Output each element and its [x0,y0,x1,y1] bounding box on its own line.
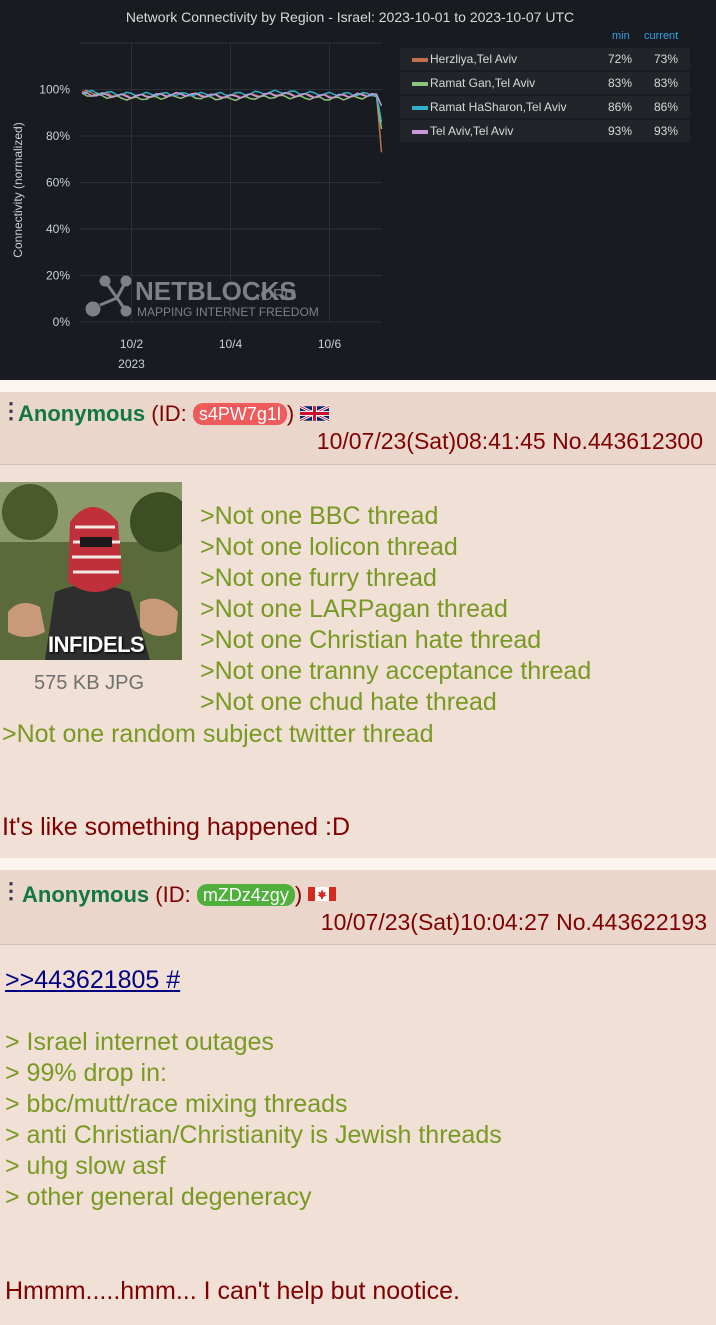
separator [0,380,716,392]
y-tick-label: 0% [53,315,71,329]
post-number[interactable]: No.443612300 [552,428,703,454]
x-tick-label: 10/6 [318,337,342,351]
poster-id[interactable]: mZDz4zgy [196,884,295,906]
greentext-line: >Not one BBC thread [200,502,439,530]
legend-current-value: 86% [653,100,678,114]
greentext-line: >Not one lolicon thread [200,533,458,561]
y-tick-label: 20% [46,269,70,283]
chart-panel: NETBLOCKS .ORG MAPPING INTERNET FREEDOM … [0,0,716,380]
post-datetime: 10/07/23(Sat)10:04:27 [320,909,550,935]
legend-series-name: Herzliya,Tel Aviv [430,52,518,66]
canada-flag-icon [308,887,337,901]
greentext-line: >Not one Christian hate thread [200,626,542,654]
poster-name: Anonymous [18,401,146,426]
y-tick-label: 60% [46,176,70,190]
post-header: ⋮ Anonymous (ID: s4PW7g1l) 10/07/23(Sat)… [0,392,716,465]
y-axis-label: Connectivity (normalized) [11,122,25,257]
post-body-text: It's like something happened :D [2,813,351,841]
watermark-tld: .ORG [256,287,297,304]
legend-item[interactable]: Ramat HaSharon,Tel Aviv 86% 86% [400,96,690,118]
greentext-line: >Not one LARPagan thread [200,595,508,623]
x-year-label: 2023 [118,357,145,371]
legend-series-name: Tel Aviv,Tel Aviv [430,124,514,138]
greentext-line: > Israel internet outages [5,1028,274,1056]
legend-header-min: min [612,30,630,42]
greentext-line: > other general degeneracy [5,1183,312,1211]
watermark-tagline: MAPPING INTERNET FREEDOM [137,305,319,319]
file-info[interactable]: 575 KB JPG [34,672,144,695]
y-tick-label: 80% [46,129,70,143]
legend-header-current: current [644,30,679,42]
legend-swatch [412,130,428,134]
post-datetime: 10/07/23(Sat)08:41:45 [316,428,546,454]
legend-current-value: 83% [653,76,678,90]
series-line [81,92,383,130]
legend-series-name: Ramat HaSharon,Tel Aviv [430,100,567,114]
post-body-text: Hmmm.....hmm... I can't help but nootice… [5,1277,460,1305]
legend-swatch [412,106,428,110]
legend-item[interactable]: Herzliya,Tel Aviv 72% 73% [400,48,690,70]
post-number[interactable]: No.443622193 [556,909,707,935]
legend-min-value: 93% [607,124,632,138]
y-tick-label: 40% [46,222,70,236]
legend-swatch [412,82,428,86]
x-tick-label: 10/4 [219,337,243,351]
greentext-line: > uhg slow asf [5,1152,166,1180]
poster-id[interactable]: s4PW7g1l [192,403,287,425]
x-tick-label: 10/2 [120,337,144,351]
netblocks-logo-icon [85,275,132,317]
legend-item[interactable]: Ramat Gan,Tel Aviv 83% 83% [400,72,690,94]
greentext-line: > anti Christian/Christianity is Jewish … [5,1121,502,1149]
greentext-line: >Not one random subject twitter thread [2,720,434,748]
greentext-line: > bbc/mutt/race mixing threads [5,1090,348,1118]
post-image-thumbnail[interactable]: INFIDELS [0,482,182,660]
poster-name: Anonymous [22,882,150,907]
greentext-line: >Not one tranny acceptance thread [200,657,592,685]
chart-title: Network Connectivity by Region - Israel:… [125,9,575,25]
greentext-line: >Not one chud hate thread [200,688,497,716]
image-caption: INFIDELS [48,632,145,657]
legend-min-value: 83% [607,76,632,90]
uk-flag-icon [300,404,330,423]
post-header: ⋮ Anonymous (ID: mZDz4zgy) 10/07/23(Sat)… [0,870,716,945]
legend-item[interactable]: Tel Aviv,Tel Aviv 93% 93% [400,120,690,142]
greentext-line: > 99% drop in: [5,1059,167,1087]
legend-swatch [412,58,428,62]
netblocks-watermark: NETBLOCKS .ORG MAPPING INTERNET FREEDOM [85,275,319,319]
y-tick-label: 100% [39,83,70,97]
post-menu-icon[interactable]: ⋮ [0,878,22,904]
legend-current-value: 93% [653,124,678,138]
legend-min-value: 72% [607,52,632,66]
greentext-line: >Not one furry thread [200,564,437,592]
legend-series-name: Ramat Gan,Tel Aviv [430,76,536,90]
separator [0,858,716,870]
legend-current-value: 73% [653,52,678,66]
quote-link[interactable]: >>443621805 # [5,966,180,995]
legend-min-value: 86% [607,100,632,114]
